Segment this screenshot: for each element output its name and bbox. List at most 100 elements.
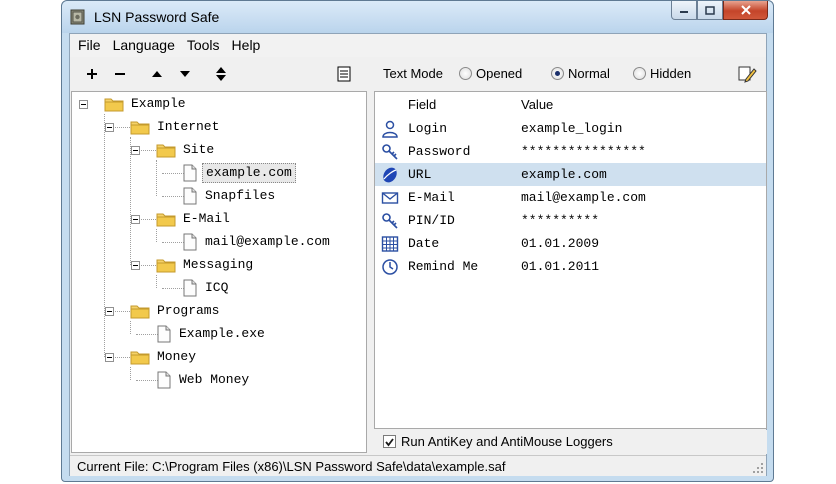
client-area: File Language Tools Help Example Interne… (69, 33, 767, 476)
radio-hidden[interactable] (633, 67, 646, 80)
envelope-icon (381, 189, 399, 207)
menu-help[interactable]: Help (226, 34, 267, 57)
field-name: Date (408, 236, 440, 251)
field-row[interactable]: Remind Me 01.01.2011 (375, 255, 766, 278)
radio-opened-label[interactable]: Opened (476, 66, 522, 81)
field-value[interactable]: 01.01.2011 (521, 259, 599, 274)
tree-connector (162, 242, 184, 243)
tree-connector (104, 114, 105, 357)
tree-connector (162, 173, 184, 174)
notes-button[interactable] (332, 58, 356, 89)
tree-node-label[interactable]: Money (154, 348, 199, 366)
close-icon (740, 5, 751, 15)
field-value[interactable]: 01.01.2009 (521, 236, 599, 251)
tree-node-label[interactable]: ICQ (202, 279, 231, 297)
minimize-button[interactable] (671, 1, 697, 20)
resize-grip-icon[interactable] (752, 462, 764, 474)
tree-node-label[interactable]: mail@example.com (202, 233, 333, 251)
tree-entry[interactable]: Example.exe (156, 324, 268, 344)
tree-entry[interactable]: mail@example.com (182, 232, 333, 252)
checkmark-icon (385, 438, 394, 447)
tree-expander-minus[interactable] (131, 261, 140, 270)
menu-file[interactable]: File (72, 34, 107, 57)
tree-node-label[interactable]: Example (128, 95, 189, 113)
field-value[interactable]: mail@example.com (521, 190, 646, 205)
tree-node-label[interactable]: Example.exe (176, 325, 268, 343)
antilogger-label[interactable]: Run AntiKey and AntiMouse Loggers (401, 434, 613, 449)
field-row[interactable]: URL example.com (375, 163, 766, 186)
document-icon (156, 371, 172, 389)
menu-language[interactable]: Language (107, 34, 181, 57)
move-down-button[interactable] (173, 58, 197, 89)
maximize-button[interactable] (697, 1, 723, 20)
tree-expander-minus[interactable] (131, 215, 140, 224)
tree-folder[interactable]: Money (130, 347, 199, 367)
title-bar[interactable]: LSN Password Safe (62, 1, 773, 33)
tree-connector (162, 288, 184, 289)
field-row[interactable]: PIN/ID ********** (375, 209, 766, 232)
tree-entry[interactable]: Snapfiles (182, 186, 278, 206)
tree-folder[interactable]: Programs (130, 301, 222, 321)
text-mode-bar: Text Mode Opened Normal Hidden (374, 58, 766, 89)
field-value[interactable]: example_login (521, 121, 622, 136)
tree-folder[interactable]: Internet (130, 117, 222, 137)
tree-expander-minus[interactable] (105, 353, 114, 362)
field-value[interactable]: **************** (521, 144, 646, 159)
minimize-icon (680, 11, 688, 13)
tree-connector (130, 367, 131, 380)
radio-hidden-label[interactable]: Hidden (650, 66, 691, 81)
menu-tools[interactable]: Tools (181, 34, 226, 57)
field-row[interactable]: Password **************** (375, 140, 766, 163)
radio-normal-label[interactable]: Normal (568, 66, 610, 81)
edit-entry-button[interactable] (737, 64, 757, 84)
folder-icon (130, 348, 150, 366)
antilogger-checkbox[interactable] (383, 435, 396, 448)
tree-connector (162, 196, 184, 197)
tree-entry[interactable]: example.com (182, 163, 296, 183)
folder-icon (156, 141, 176, 159)
tree-expander-minus[interactable] (79, 100, 88, 109)
fields-list[interactable]: Field Value Login example_login Password **… (374, 91, 767, 429)
tree-folder[interactable]: Example (104, 94, 189, 114)
field-row[interactable]: Date 01.01.2009 (375, 232, 766, 255)
remove-entry-button[interactable] (108, 58, 132, 89)
tree-connector (156, 160, 157, 196)
tree-folder[interactable]: Site (156, 140, 217, 160)
user-icon (381, 120, 399, 138)
safe-app-icon (70, 9, 85, 25)
field-value[interactable]: example.com (521, 167, 607, 182)
field-name: E-Mail (408, 190, 455, 205)
field-row[interactable]: E-Mail mail@example.com (375, 186, 766, 209)
move-up-button[interactable] (145, 58, 169, 89)
key-icon (381, 143, 399, 161)
tree-node-label[interactable]: Site (180, 141, 217, 159)
tree-folder[interactable]: Messaging (156, 255, 256, 275)
tree-node-label[interactable]: Programs (154, 302, 222, 320)
radio-normal[interactable] (551, 67, 564, 80)
field-row[interactable]: Login example_login (375, 117, 766, 140)
tree-expander-minus[interactable] (131, 146, 140, 155)
tree-entry[interactable]: Web Money (156, 370, 252, 390)
folder-tree[interactable]: Example Internet Site example.com Snapfiles E… (71, 91, 367, 453)
radio-opened[interactable] (459, 67, 472, 80)
tree-expander-minus[interactable] (105, 123, 114, 132)
tree-folder[interactable]: E-Mail (156, 209, 233, 229)
tree-node-label[interactable]: example.com (202, 163, 296, 183)
header-field[interactable]: Field (408, 97, 436, 112)
tree-node-label[interactable]: Internet (154, 118, 222, 136)
tree-entry[interactable]: ICQ (182, 278, 231, 298)
tree-node-label[interactable]: E-Mail (180, 210, 233, 228)
field-value[interactable]: ********** (521, 213, 599, 228)
folder-icon (156, 256, 176, 274)
add-entry-button[interactable] (80, 58, 104, 89)
header-value[interactable]: Value (521, 97, 553, 112)
tree-node-label[interactable]: Messaging (180, 256, 256, 274)
tree-node-label[interactable]: Web Money (176, 371, 252, 389)
status-current-file: Current File: C:\Program Files (x86)\LSN… (77, 459, 506, 474)
close-button[interactable] (723, 1, 768, 20)
edit-pencil-icon (738, 66, 757, 83)
field-name: Login (408, 121, 448, 136)
tree-node-label[interactable]: Snapfiles (202, 187, 278, 205)
sort-button[interactable] (209, 58, 233, 89)
tree-expander-minus[interactable] (105, 307, 114, 316)
